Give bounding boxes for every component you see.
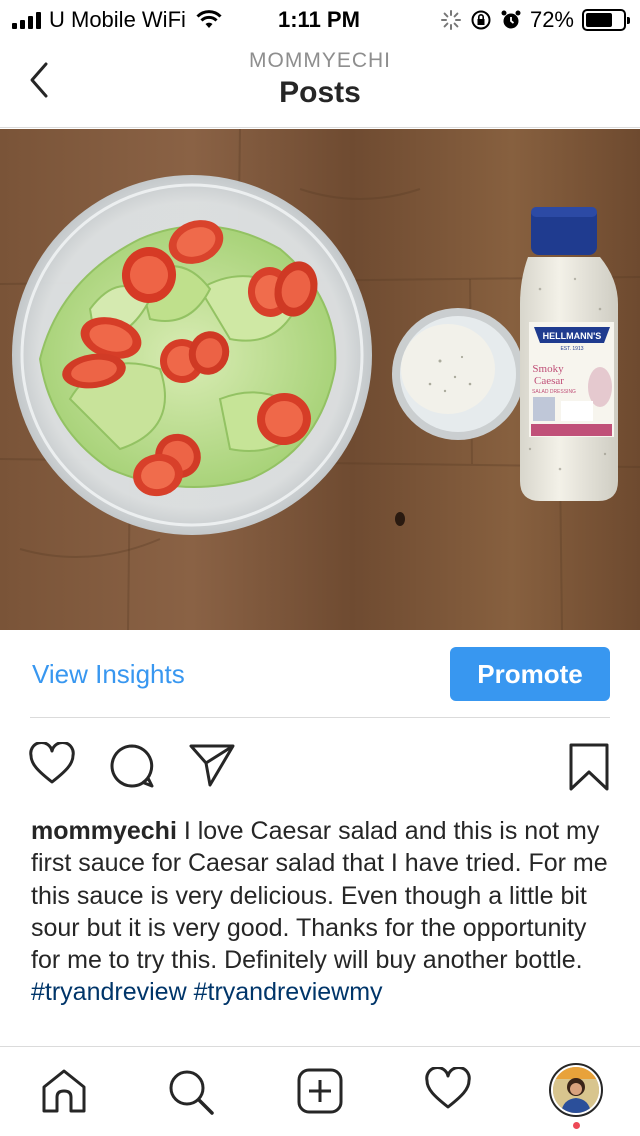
profile-avatar[interactable] — [549, 1063, 603, 1117]
post-photo[interactable]: HELLMANN'S EST. 1913 Smoky Caesar SALAD … — [0, 129, 640, 630]
post-caption: mommyechi I love Caesar salad and this i… — [31, 815, 611, 1009]
signal-strength-icon — [12, 11, 41, 29]
bottle-sub-text: SALAD DRESSING — [532, 389, 576, 395]
status-time: 1:11 PM — [278, 7, 360, 32]
home-icon[interactable] — [40, 1067, 88, 1115]
new-post-icon[interactable] — [296, 1067, 344, 1115]
rotation-lock-icon — [471, 10, 491, 30]
promote-button[interactable]: Promote — [450, 647, 610, 701]
activity-spinner-icon — [440, 10, 461, 30]
hashtag-link[interactable]: #tryandreview — [31, 978, 187, 1006]
like-heart-icon[interactable] — [28, 742, 76, 786]
battery-icon — [582, 9, 630, 31]
activity-heart-icon[interactable] — [424, 1067, 472, 1111]
bottle-brand-text: HELLMANN'S — [543, 331, 602, 341]
post-actions — [0, 740, 640, 796]
comment-icon[interactable] — [108, 742, 156, 790]
page-title: Posts — [279, 76, 361, 109]
insights-row: View Insights Promote — [0, 630, 640, 718]
bottle-name-line2: Caesar — [534, 375, 564, 387]
bottle-est-text: EST. 1913 — [560, 346, 583, 352]
share-send-icon[interactable] — [188, 742, 236, 788]
caption-username[interactable]: mommyechi — [31, 817, 177, 845]
status-bar: U Mobile WiFi 1:11 PM 72% — [0, 0, 640, 40]
bookmark-icon[interactable] — [567, 742, 611, 792]
search-icon[interactable] — [166, 1067, 216, 1117]
profile-username: MOMMYECHI — [249, 49, 391, 72]
profile-photo-image — [553, 1067, 599, 1113]
alarm-icon — [501, 10, 521, 29]
bottle-name-line1: Smoky — [532, 363, 564, 375]
carrier-name: U Mobile WiFi — [49, 7, 186, 32]
divider — [30, 717, 610, 718]
hashtag-link[interactable]: #tryandreviewmy — [194, 978, 383, 1006]
battery-percentage: 72% — [529, 7, 574, 32]
view-insights-link[interactable]: View Insights — [32, 659, 185, 690]
bottom-tab-bar — [0, 1046, 640, 1136]
salad-photo-image: HELLMANN'S EST. 1913 Smoky Caesar SALAD … — [0, 129, 640, 630]
notification-dot — [573, 1122, 580, 1129]
wifi-icon — [196, 10, 222, 28]
nav-header: MOMMYECHI Posts — [0, 40, 640, 128]
